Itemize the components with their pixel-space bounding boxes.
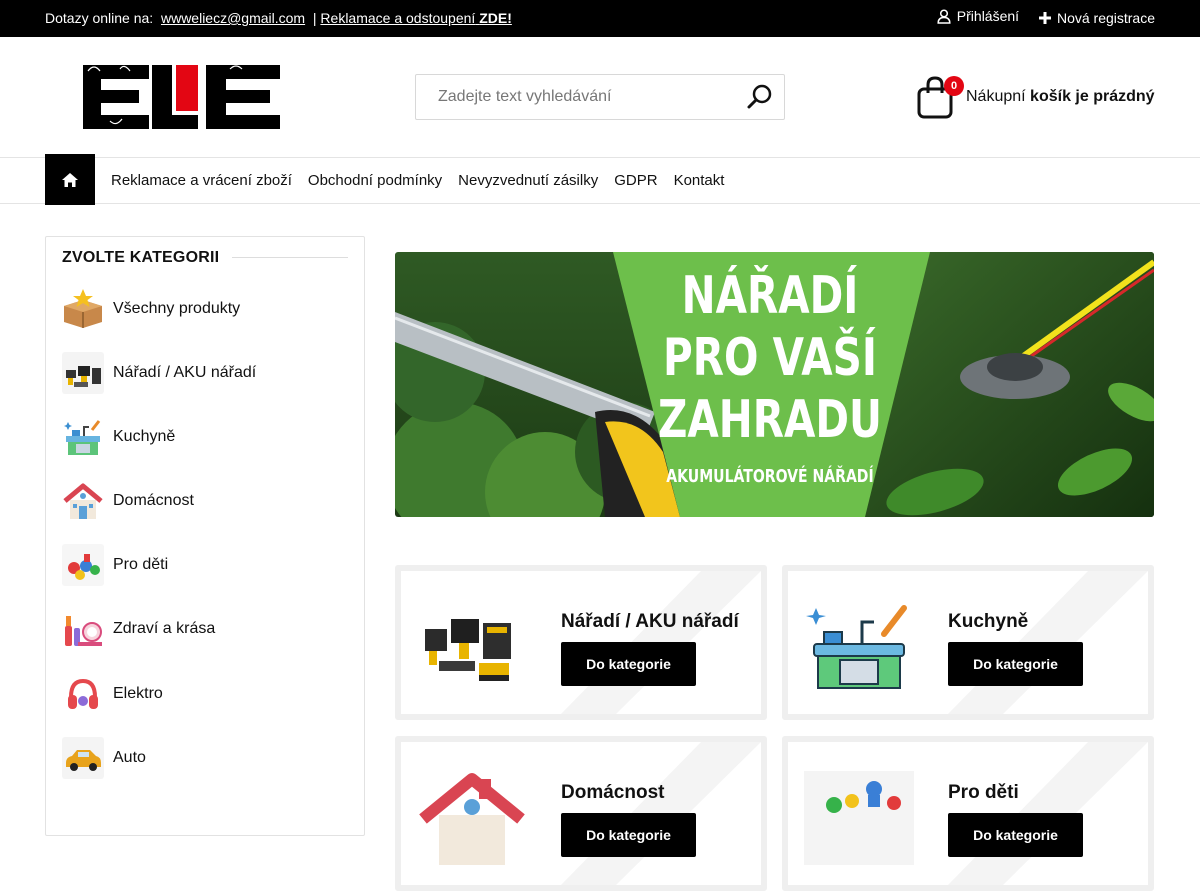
site-logo[interactable] <box>80 61 284 133</box>
sidebar-item-health-beauty[interactable]: Zdraví a krása <box>62 608 352 650</box>
search-button[interactable] <box>746 83 774 111</box>
user-icon <box>937 8 951 24</box>
separator: | <box>312 10 317 26</box>
contact-prefix: Dotazy online na: <box>45 10 154 26</box>
register-link[interactable]: Nová registrace <box>1038 9 1155 26</box>
login-label: Přihlášení <box>956 8 1020 24</box>
main-nav: Reklamace a vrácení zboží Obchodní podmí… <box>0 154 1200 205</box>
banner-line-2: PRO VAŠÍ <box>663 328 877 388</box>
top-bar: Dotazy online na: wwweliecz@gmail.com | … <box>0 0 1200 37</box>
home-icon <box>62 172 78 187</box>
sidebar-item-label: Domácnost <box>113 492 194 509</box>
sidebar-item-electro[interactable]: Elektro <box>62 673 352 715</box>
card-title: Kuchyně <box>948 611 1029 632</box>
category-card-household: Domácnost Do kategorie <box>395 736 767 891</box>
contact-info: Dotazy online na: wwweliecz@gmail.com | … <box>45 10 512 26</box>
category-card-tools: Nářadí / AKU nářadí Do kategorie <box>395 565 767 720</box>
account-links: Přihlášení Nová registrace <box>921 8 1155 27</box>
kitchen-icon <box>62 416 104 458</box>
go-to-category-button[interactable]: Do kategorie <box>948 813 1083 857</box>
tools-icon <box>62 352 104 394</box>
sidebar-item-household[interactable]: Domácnost <box>62 480 352 522</box>
header: 0 Nákupní košík je prázdný <box>0 37 1200 157</box>
card-title: Nářadí / AKU nářadí <box>561 611 739 632</box>
cart-count-badge: 0 <box>944 76 964 96</box>
sidebar-item-label: Všechny produkty <box>113 300 241 317</box>
household-image[interactable] <box>417 760 527 870</box>
cosmetics-icon <box>62 608 104 650</box>
cart-status: Nákupní košík je prázdný <box>966 88 1155 105</box>
nav-item-uncollected[interactable]: Nevyzvednutí zásilky <box>458 172 598 189</box>
toys-icon <box>62 544 104 586</box>
car-icon <box>62 737 104 779</box>
email-link[interactable]: wwweliecz@gmail.com <box>161 10 305 26</box>
sidebar-item-label: Zdraví a krása <box>113 620 216 637</box>
returns-link[interactable]: Reklamace a odstoupení ZDE! <box>320 10 511 26</box>
sidebar-item-auto[interactable]: Auto <box>62 737 352 779</box>
go-to-category-button[interactable]: Do kategorie <box>561 813 696 857</box>
nav-links: Reklamace a vrácení zboží Obchodní podmí… <box>103 172 732 189</box>
search-icon <box>747 84 772 109</box>
kids-image[interactable] <box>804 760 914 870</box>
nav-item-returns[interactable]: Reklamace a vrácení zboží <box>111 172 292 189</box>
go-to-category-button[interactable]: Do kategorie <box>561 642 696 686</box>
category-card-kids: Pro děti Do kategorie <box>782 736 1154 891</box>
sidebar-item-label: Kuchyně <box>113 428 176 445</box>
sidebar-item-all-products[interactable]: Všechny produkty <box>62 288 352 330</box>
divider <box>232 257 348 258</box>
nav-item-terms[interactable]: Obchodní podmínky <box>308 172 442 189</box>
box-star-icon <box>62 288 104 330</box>
promo-banner[interactable]: NÁŘADÍ PRO VAŠÍ ZAHRADU AKUMULÁTOROVÉ NÁ… <box>395 252 1154 517</box>
category-card-kitchen: Kuchyně Do kategorie <box>782 565 1154 720</box>
plus-icon <box>1038 11 1051 24</box>
nav-item-gdpr[interactable]: GDPR <box>614 172 657 189</box>
sidebar-item-tools[interactable]: Nářadí / AKU nářadí <box>62 352 352 394</box>
category-sidebar: ZVOLTE KATEGORII Všechny produkty Nářadí… <box>45 236 365 836</box>
banner-line-1: NÁŘADÍ <box>681 266 859 326</box>
sidebar-item-kids[interactable]: Pro děti <box>62 544 352 586</box>
sidebar-item-label: Pro děti <box>113 556 169 573</box>
search-input[interactable] <box>416 75 736 119</box>
search-box <box>415 74 785 120</box>
login-link[interactable]: Přihlášení <box>937 8 1019 24</box>
nav-item-contact[interactable]: Kontakt <box>674 172 725 189</box>
shopping-cart[interactable]: 0 Nákupní košík je prázdný <box>916 75 1156 119</box>
card-title: Pro děti <box>948 782 1019 803</box>
banner-subtitle: AKUMULÁTOROVÉ NÁŘADÍ <box>666 466 874 487</box>
home-button[interactable] <box>45 154 95 205</box>
sidebar-title: ZVOLTE KATEGORII <box>62 249 220 266</box>
sidebar-item-label: Elektro <box>113 685 163 702</box>
sidebar-item-label: Auto <box>113 749 146 766</box>
sidebar-item-label: Nářadí / AKU nářadí <box>113 364 257 381</box>
register-label: Nová registrace <box>1056 9 1155 26</box>
kitchen-image[interactable] <box>804 589 914 699</box>
banner-line-3: ZAHRADU <box>658 390 882 450</box>
house-icon <box>62 480 104 522</box>
sidebar-item-kitchen[interactable]: Kuchyně <box>62 416 352 458</box>
go-to-category-button[interactable]: Do kategorie <box>948 642 1083 686</box>
card-title: Domácnost <box>561 782 665 803</box>
tools-image[interactable] <box>417 589 527 699</box>
headphones-icon <box>62 673 104 715</box>
